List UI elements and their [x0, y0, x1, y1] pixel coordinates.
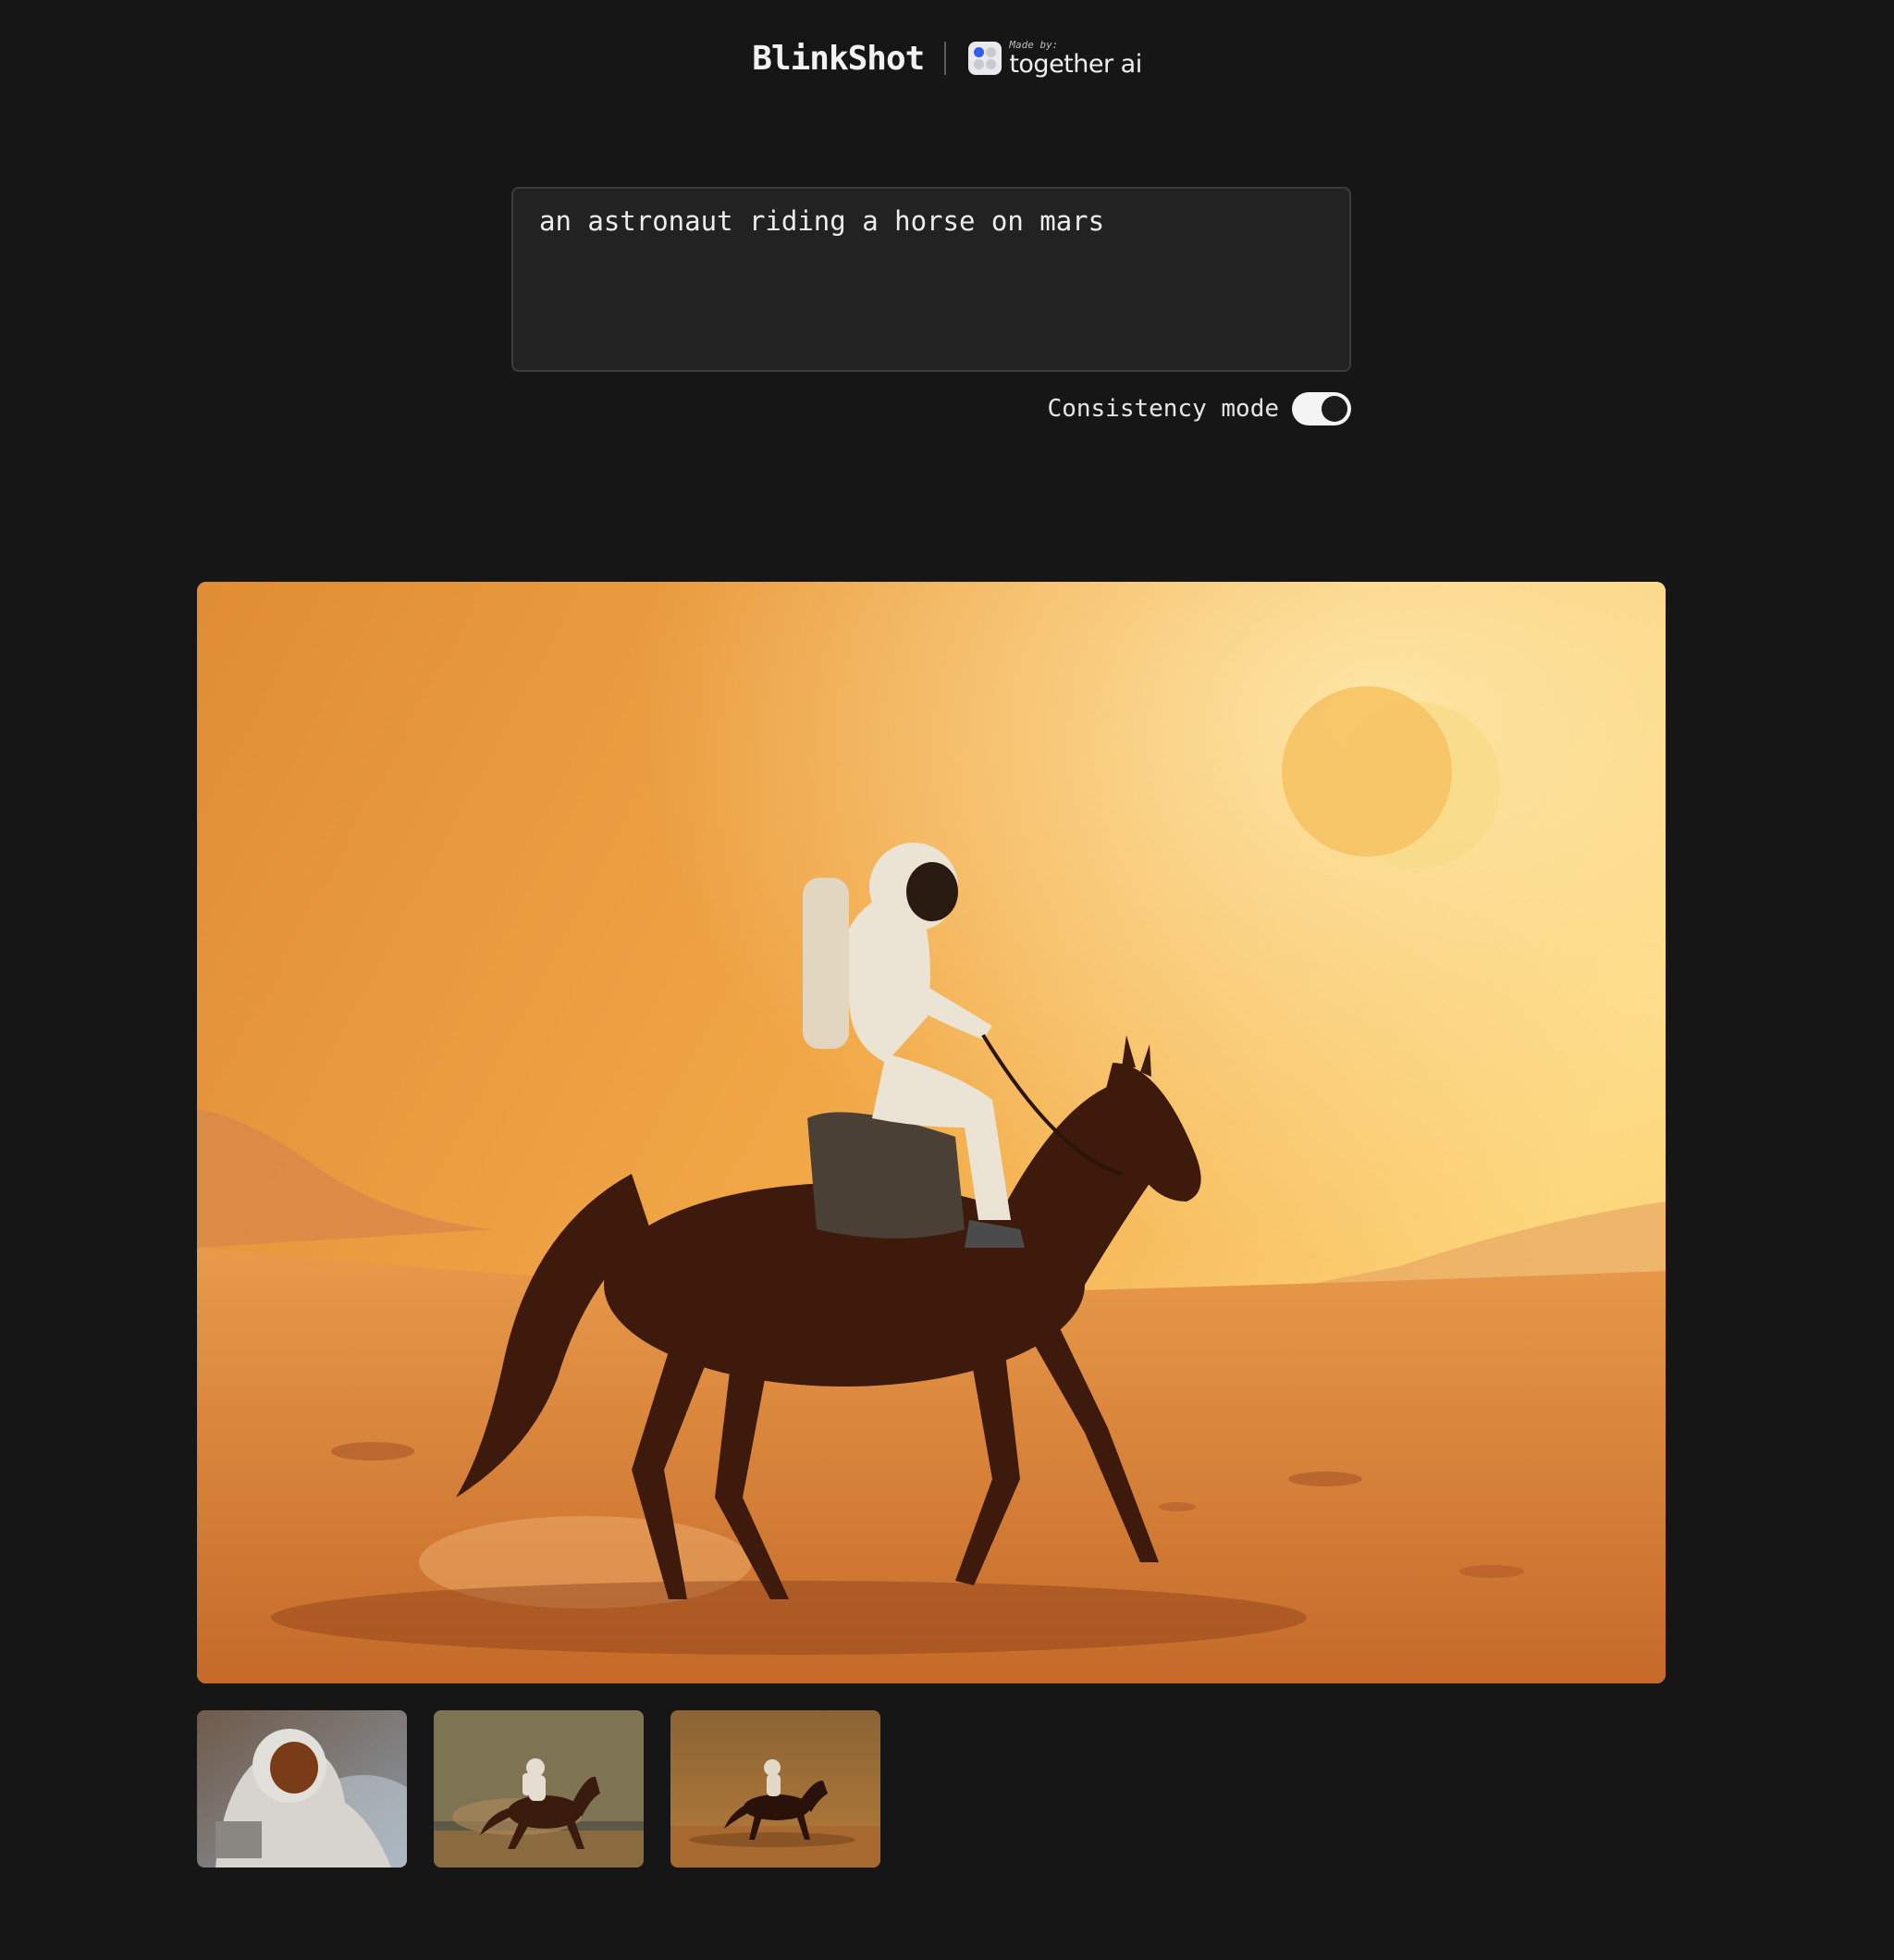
together-ai-link[interactable]: Made by: together ai	[968, 39, 1142, 79]
brand-logo[interactable]: BlinkShot	[752, 40, 925, 78]
toggle-knob	[1322, 396, 1347, 422]
thumbnail-astronaut-horse-galloping[interactable]	[434, 1710, 644, 1868]
thumbnail-astronaut-closeup[interactable]	[197, 1710, 407, 1868]
thumbnail-astronaut-horse-desert[interactable]	[670, 1710, 880, 1868]
main-generated-image[interactable]	[197, 582, 1666, 1683]
consistency-mode-toggle[interactable]	[1292, 392, 1351, 425]
prompt-input[interactable]	[511, 187, 1351, 372]
consistency-mode-label: Consistency mode	[1047, 395, 1279, 423]
header: BlinkShot Made by: together ai	[0, 35, 1894, 81]
header-divider	[944, 42, 947, 75]
made-by-label: Made by:	[1009, 39, 1059, 51]
consistency-mode: Consistency mode	[1048, 392, 1351, 425]
made-by-name: together ai	[1009, 50, 1142, 79]
page: BlinkShot Made by: together ai Consisten…	[0, 0, 1894, 1960]
thumbnail-strip	[197, 1710, 907, 1868]
together-ai-logo-icon	[968, 42, 1002, 75]
